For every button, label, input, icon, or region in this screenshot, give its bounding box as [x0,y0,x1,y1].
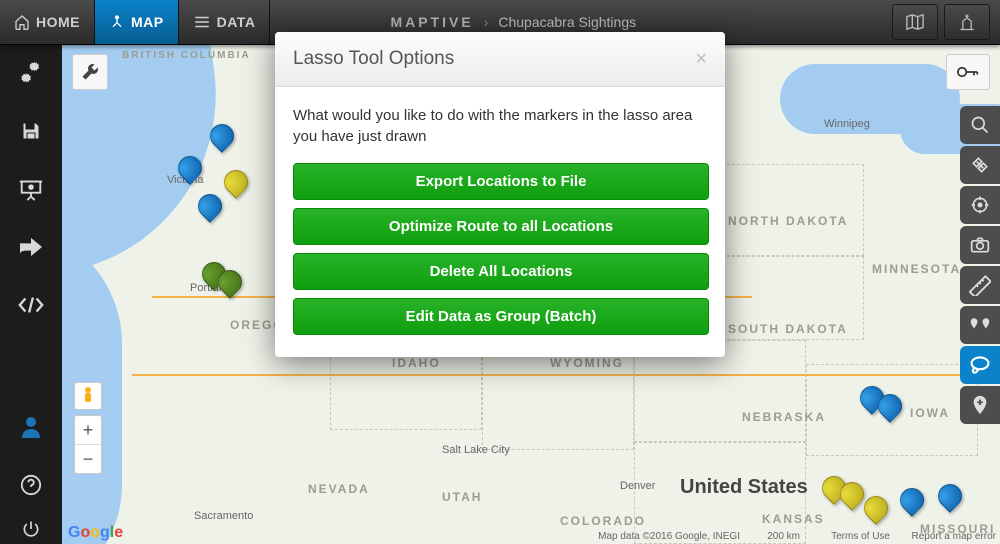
state-label: NEVADA [308,482,370,496]
lasso-tool[interactable] [960,346,1000,384]
save-icon [19,119,43,143]
lasso-options-modal: Lasso Tool Options × What would you like… [275,32,725,357]
power-icon [21,519,41,539]
city-label: Salt Lake City [442,444,510,456]
delete-locations-button[interactable]: Delete All Locations [293,253,709,290]
target-tool[interactable] [960,186,1000,224]
save-button[interactable] [0,102,62,160]
presentation-icon [18,176,44,202]
nav-map-button[interactable]: MAP [95,0,179,44]
multi-pin-tool[interactable] [960,306,1000,344]
home-icon [14,14,30,30]
map-report[interactable]: Report a map error [912,531,996,542]
ruler-tool[interactable] [960,266,1000,304]
satellite-tool[interactable] [960,146,1000,184]
map-tool-column [960,106,1000,424]
zoom-in-button[interactable]: + [75,416,101,445]
city-label: Sacramento [194,510,253,522]
modal-body: What would you like to do with the marke… [275,87,725,357]
search-tool[interactable] [960,106,1000,144]
map-scale: 200 km [767,531,800,542]
brand-logo: MAPTIVE [390,14,473,30]
map-key-button[interactable] [946,54,990,90]
target-icon [970,195,990,215]
key-icon [957,65,979,79]
settings-button[interactable] [0,44,62,102]
pegman-icon [81,386,95,406]
share-icon [18,236,44,258]
google-logo: Google [68,524,123,542]
left-sidebar [0,44,62,544]
nav-map-label: MAP [131,14,164,30]
country-label: United States [680,476,808,499]
embed-button[interactable] [0,276,62,334]
map-title[interactable]: Chupacabra Sightings [498,14,636,30]
camera-icon [970,236,990,254]
pins-icon [969,316,991,334]
state-label: KANSAS [762,512,825,526]
state-label: UTAH [442,490,482,504]
fold-map-icon [904,13,926,31]
map-attribution: Map data ©2016 Google, INEGI [598,531,740,542]
streetview-pegman[interactable] [74,382,102,410]
lasso-icon [969,355,991,375]
add-pin-tool[interactable] [960,386,1000,424]
export-locations-button[interactable]: Export Locations to File [293,163,709,200]
wrench-icon [81,63,99,81]
state-label: IDAHO [392,356,441,370]
state-label: NORTH DAKOTA [728,214,848,228]
church-icon [957,12,977,32]
nav-data-button[interactable]: DATA [179,0,271,44]
share-button[interactable] [0,218,62,276]
state-label: SOUTH DAKOTA [728,322,848,336]
state-label: BRITISH COLUMBIA [122,50,251,61]
city-label: Winnipeg [824,118,870,130]
state-label: IOWA [910,406,950,420]
modal-close-button[interactable]: × [695,49,707,69]
state-label: NEBRASKA [742,410,826,424]
pin-plus-icon [970,394,990,416]
nav-data-label: DATA [217,14,256,30]
gears-icon [18,60,44,86]
help-button[interactable] [0,456,62,514]
snapshot-tool[interactable] [960,226,1000,264]
city-label: Denver [620,480,655,492]
state-label: COLORADO [560,514,646,528]
code-icon [17,295,45,315]
optimize-route-button[interactable]: Optimize Route to all Locations [293,208,709,245]
ruler-icon [969,274,991,296]
data-icon [193,15,211,29]
zoom-control: + − [74,415,102,474]
nav-home-label: HOME [36,14,80,30]
view-map-button[interactable] [892,4,938,40]
satellite-icon [970,155,990,175]
nav-home-button[interactable]: HOME [0,0,95,44]
map-terms[interactable]: Terms of Use [831,531,890,542]
help-icon [20,474,42,496]
state-label: MINNESOTA [872,262,961,276]
edit-batch-button[interactable]: Edit Data as Group (Batch) [293,298,709,335]
add-location-button[interactable] [944,4,990,40]
map-tools-button[interactable] [72,54,108,90]
account-button[interactable] [0,398,62,456]
state-label: WYOMING [550,356,624,370]
power-button[interactable] [0,514,62,544]
modal-prompt: What would you like to do with the marke… [293,105,707,147]
modal-header: Lasso Tool Options × [275,32,725,87]
present-button[interactable] [0,160,62,218]
modal-title: Lasso Tool Options [293,48,695,70]
breadcrumb-chevron: › [484,14,489,30]
zoom-out-button[interactable]: − [75,445,101,473]
map-nav-icon [109,14,125,30]
user-icon [21,416,41,438]
search-icon [970,115,990,135]
